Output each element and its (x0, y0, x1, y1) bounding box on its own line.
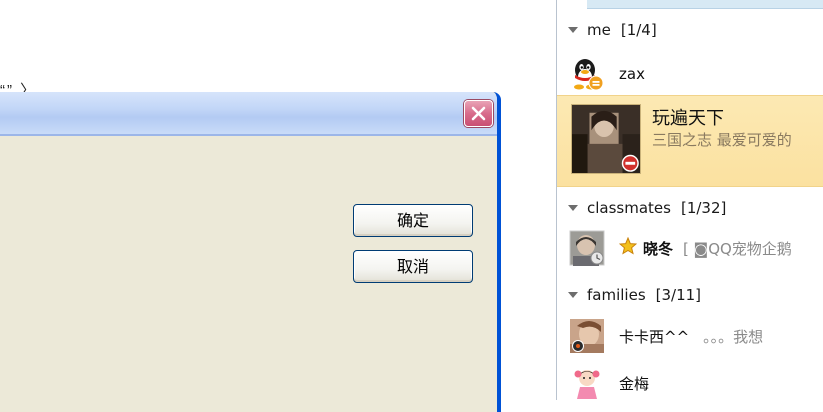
search-bar[interactable] (587, 0, 823, 9)
photo-avatar (569, 318, 605, 354)
group-name: me (587, 21, 611, 39)
qq-contact-panel: me [1/4] zax 玩遍天下 三国之志 最爱可爱的 classmates … (556, 0, 823, 400)
contact-signature: 。。。我想 (703, 327, 764, 346)
close-icon (471, 106, 486, 121)
penguin-icon (569, 56, 605, 92)
contact-name: 金梅 (619, 374, 650, 393)
group-header-classmates[interactable]: classmates [1/32] (557, 194, 823, 222)
close-button[interactable] (464, 100, 493, 127)
contact-signature: [ ◙QQ宠物企鹅 (683, 239, 792, 258)
background-text-fragment: “” 〉 (0, 82, 38, 92)
group-name: classmates (587, 199, 671, 217)
expand-triangle-icon (568, 27, 578, 33)
group-count: [3/11] (655, 286, 702, 304)
cancel-button[interactable]: 取消 (353, 250, 473, 283)
selected-contact[interactable]: 玩遍天下 三国之志 最爱可爱的 (557, 95, 823, 187)
contact-name: 卡卡西^^ (619, 327, 690, 346)
photo-avatar (571, 104, 641, 174)
contact-name: zax (619, 65, 645, 83)
contact-name: 玩遍天下 (652, 108, 724, 129)
contact-name: 晓冬 (643, 239, 674, 258)
contact-xiaodong[interactable]: 晓冬 [ ◙QQ宠物企鹅 (557, 230, 823, 266)
photo-avatar (569, 230, 605, 266)
contact-jinmei[interactable]: 金梅 (557, 365, 823, 400)
ok-button[interactable]: 确定 (353, 204, 473, 237)
contact-kakaxi[interactable]: 卡卡西^^ 。。。我想 (557, 318, 823, 354)
dialog-body: 确定 取消 (0, 136, 497, 412)
dialog-window: 确定 取消 (0, 92, 501, 412)
group-header-families[interactable]: families [3/11] (557, 281, 823, 309)
girl-avatar (569, 365, 605, 400)
contact-zax[interactable]: zax (557, 56, 823, 92)
group-count: [1/4] (620, 21, 657, 39)
expand-triangle-icon (568, 292, 578, 298)
contact-signature: 三国之志 最爱可爱的 (652, 131, 792, 149)
group-name: families (587, 286, 646, 304)
expand-triangle-icon (568, 205, 578, 211)
dialog-titlebar[interactable] (0, 92, 497, 136)
group-count: [1/32] (680, 199, 727, 217)
star-icon (618, 236, 638, 259)
group-header-me[interactable]: me [1/4] (557, 16, 823, 44)
